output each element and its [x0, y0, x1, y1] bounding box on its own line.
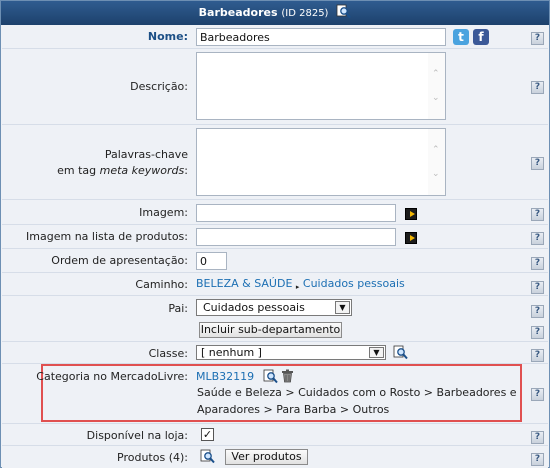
search-icon[interactable] — [393, 345, 408, 360]
header-title: Barbeadores — [198, 6, 278, 19]
ordem-label: Ordem de apresentação: — [51, 254, 188, 267]
descricao-label: Descrição: — [130, 80, 188, 93]
help-icon[interactable]: ? — [531, 305, 544, 318]
ordem-input[interactable]: 0 — [196, 252, 227, 270]
facebook-icon[interactable]: f — [473, 29, 489, 45]
breadcrumb-link-beleza[interactable]: BELEZA & SAÚDE — [196, 277, 292, 290]
scroll-down-icon[interactable]: ⌄ — [432, 169, 440, 179]
help-icon[interactable]: ? — [531, 281, 544, 294]
row-disponivel — [2, 424, 548, 446]
ver-produtos-button[interactable]: Ver produtos — [225, 449, 308, 465]
pai-select[interactable]: Cuidados pessoais ▼ — [196, 299, 352, 316]
descricao-scrollbar[interactable]: ⌃ ⌄ — [428, 53, 445, 119]
classe-label: Classe: — [148, 347, 188, 360]
help-icon[interactable]: ? — [531, 453, 544, 466]
disponivel-label: Disponível na loja: — [86, 429, 188, 442]
categoria-label: Categoria no MercadoLivre: — [36, 370, 188, 383]
pai-select-value: Cuidados pessoais — [203, 301, 305, 314]
chevron-down-icon[interactable]: ▼ — [335, 301, 350, 314]
go-arrow-icon[interactable] — [405, 208, 417, 220]
palavras-label-line1: Palavras-chave — [104, 148, 188, 161]
imagem-lista-label: Imagem na lista de produtos: — [26, 230, 188, 243]
search-icon[interactable] — [200, 449, 215, 464]
trash-icon[interactable] — [281, 369, 294, 383]
imagem-input[interactable] — [196, 204, 396, 222]
disponivel-checkbox[interactable]: ✓ — [201, 428, 214, 441]
help-icon[interactable]: ? — [531, 431, 544, 444]
window-header: Barbeadores (ID 2825) — [1, 1, 549, 25]
nome-label: Nome: — [147, 30, 188, 43]
help-icon[interactable]: ? — [531, 208, 544, 221]
department-editor-window: Barbeadores (ID 2825) Nome: Barbeadores … — [0, 0, 550, 468]
palavras-label-line2: em tag meta keywords: — [57, 164, 188, 177]
palavras-scrollbar[interactable]: ⌃ ⌄ — [428, 129, 445, 195]
help-icon[interactable]: ? — [531, 257, 544, 270]
descricao-textarea[interactable]: ⌃ ⌄ — [196, 52, 446, 120]
produtos-label: Produtos (4): — [117, 451, 188, 464]
classe-select[interactable]: [ nenhum ] ▼ — [196, 345, 386, 360]
help-icon[interactable]: ? — [531, 81, 544, 94]
breadcrumb-separator-icon: ▸ — [295, 283, 300, 291]
help-icon[interactable]: ? — [531, 232, 544, 245]
twitter-icon[interactable]: t — [453, 29, 469, 45]
imagem-label: Imagem: — [139, 206, 188, 219]
scroll-up-icon[interactable]: ⌃ — [432, 69, 440, 79]
nome-input[interactable]: Barbeadores — [196, 28, 446, 46]
categoria-path-line2: Aparadores > Para Barba > Outros — [197, 403, 390, 416]
breadcrumb: BELEZA & SAÚDE ▸ Cuidados pessoais — [196, 277, 405, 291]
help-icon[interactable]: ? — [531, 32, 544, 45]
scroll-down-icon[interactable]: ⌄ — [432, 93, 440, 103]
chevron-down-icon[interactable]: ▼ — [369, 347, 384, 358]
categoria-code[interactable]: MLB32119 — [196, 370, 254, 383]
incluir-subdepartamento-button[interactable]: Incluir sub-departamento — [199, 322, 342, 338]
palavras-textarea[interactable]: ⌃ ⌄ — [196, 128, 446, 196]
categoria-path-line1: Saúde e Beleza > Cuidados com o Rosto > … — [197, 386, 517, 399]
help-icon[interactable]: ? — [531, 326, 544, 339]
classe-select-value: [ nenhum ] — [201, 346, 262, 359]
header-id: (ID 2825) — [281, 8, 329, 19]
help-icon[interactable]: ? — [531, 157, 544, 170]
pai-label: Pai: — [168, 302, 188, 315]
help-icon[interactable]: ? — [531, 388, 544, 401]
scroll-up-icon[interactable]: ⌃ — [432, 145, 440, 155]
imagem-lista-input[interactable] — [196, 228, 396, 246]
go-arrow-icon[interactable] — [405, 232, 417, 244]
search-icon[interactable] — [263, 369, 278, 384]
help-icon[interactable]: ? — [531, 349, 544, 362]
breadcrumb-link-cuidados[interactable]: Cuidados pessoais — [303, 277, 405, 290]
zoom-icon[interactable] — [336, 4, 352, 19]
caminho-label: Caminho: — [135, 278, 188, 291]
